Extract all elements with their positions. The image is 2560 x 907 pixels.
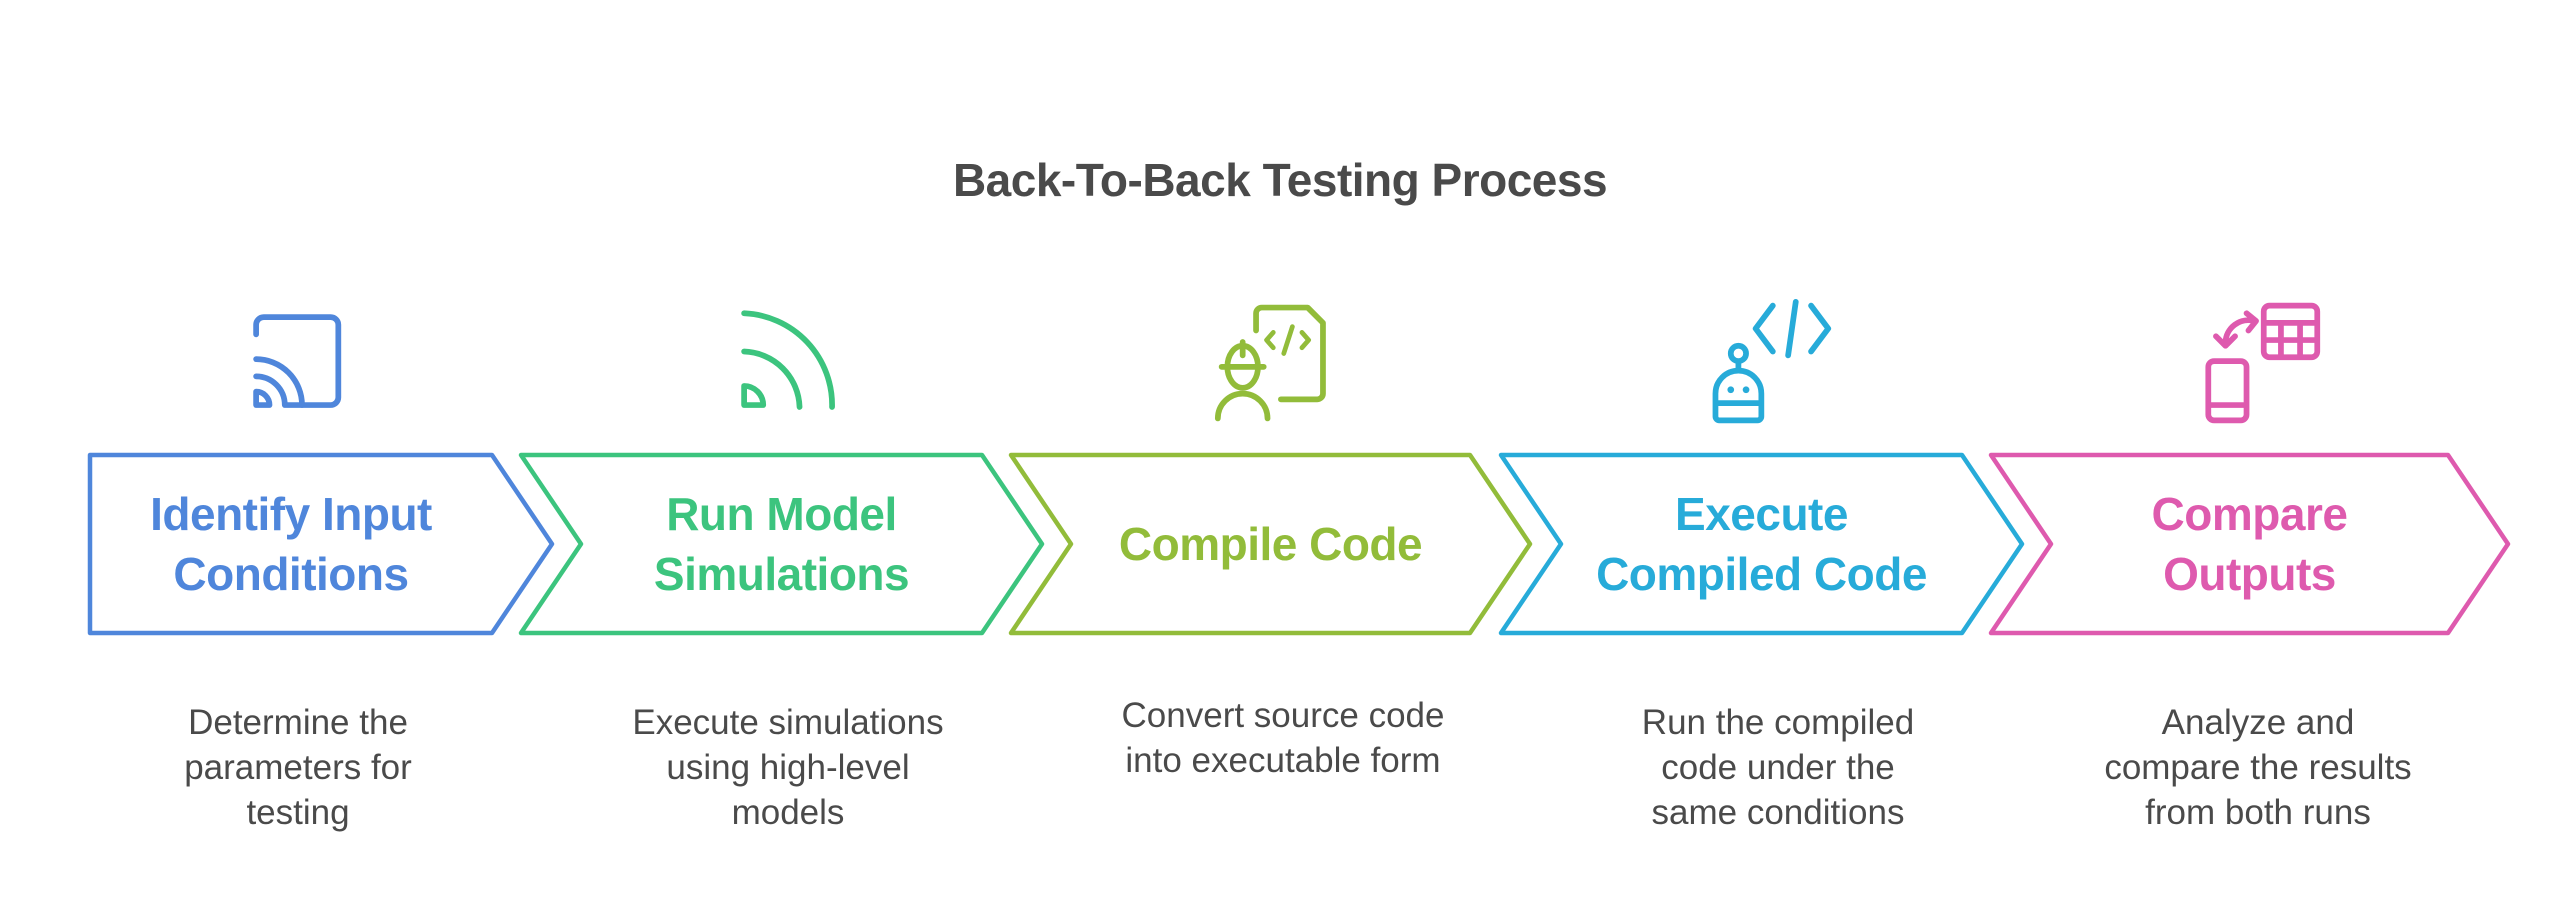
step-label-line: Compiled Code [1596, 548, 1927, 600]
robot-code-icon [1704, 298, 1834, 428]
step-description-line: into executable form [1125, 741, 1441, 780]
step-label-3: Compile Code [1071, 453, 1470, 635]
step-description-line: models [731, 793, 845, 832]
step-description-line: Run the compiled [1641, 703, 1915, 742]
engineer-code-file-icon [1214, 298, 1344, 428]
step-label-line: Identify Input [150, 488, 432, 540]
step-label-line: Simulations [653, 548, 910, 600]
step-description-line: compare the results [2104, 748, 2412, 787]
step-description-5: Analyze and compare the results from both … [2068, 700, 2448, 835]
step-description-4: Run the compiled code under the same condi… [1588, 700, 1968, 835]
step-label-line: Outputs [2163, 548, 2336, 600]
step-description-line: Execute simulations [632, 703, 944, 742]
step-description-3: Convert source code into executable form [1093, 693, 1473, 783]
step-description-line: parameters for [184, 748, 412, 787]
step-label-2: Run Model Simulations [581, 453, 982, 635]
step-label-1: Identify Input Conditions [90, 453, 492, 635]
step-description-line: code under the [1661, 748, 1895, 787]
step-label-5: Compare Outputs [2051, 453, 2448, 635]
step-label-4: Execute Compiled Code [1561, 453, 1962, 635]
step-label-line: Compare [2151, 488, 2348, 540]
step-description-line: same conditions [1651, 793, 1905, 832]
step-description-line: using high-level [666, 748, 910, 787]
step-label-line: Run Model [666, 488, 897, 540]
device-table-sync-icon [2193, 298, 2323, 428]
wireless-signal-icon [725, 298, 855, 428]
step-description-line: Analyze and [2161, 703, 2355, 742]
step-description-line: Determine the [188, 703, 408, 742]
step-description-1: Determine the parameters for testing [108, 700, 488, 835]
step-description-line: testing [246, 793, 350, 832]
step-label-line: Execute [1675, 488, 1848, 540]
cast-icon [237, 298, 367, 428]
step-label-line: Conditions [173, 548, 409, 600]
step-description-2: Execute simulations using high-level model… [598, 700, 978, 835]
step-description-line: Convert source code [1121, 696, 1445, 735]
step-label-line: Compile Code [1118, 518, 1423, 570]
step-description-line: from both runs [2145, 793, 2371, 832]
